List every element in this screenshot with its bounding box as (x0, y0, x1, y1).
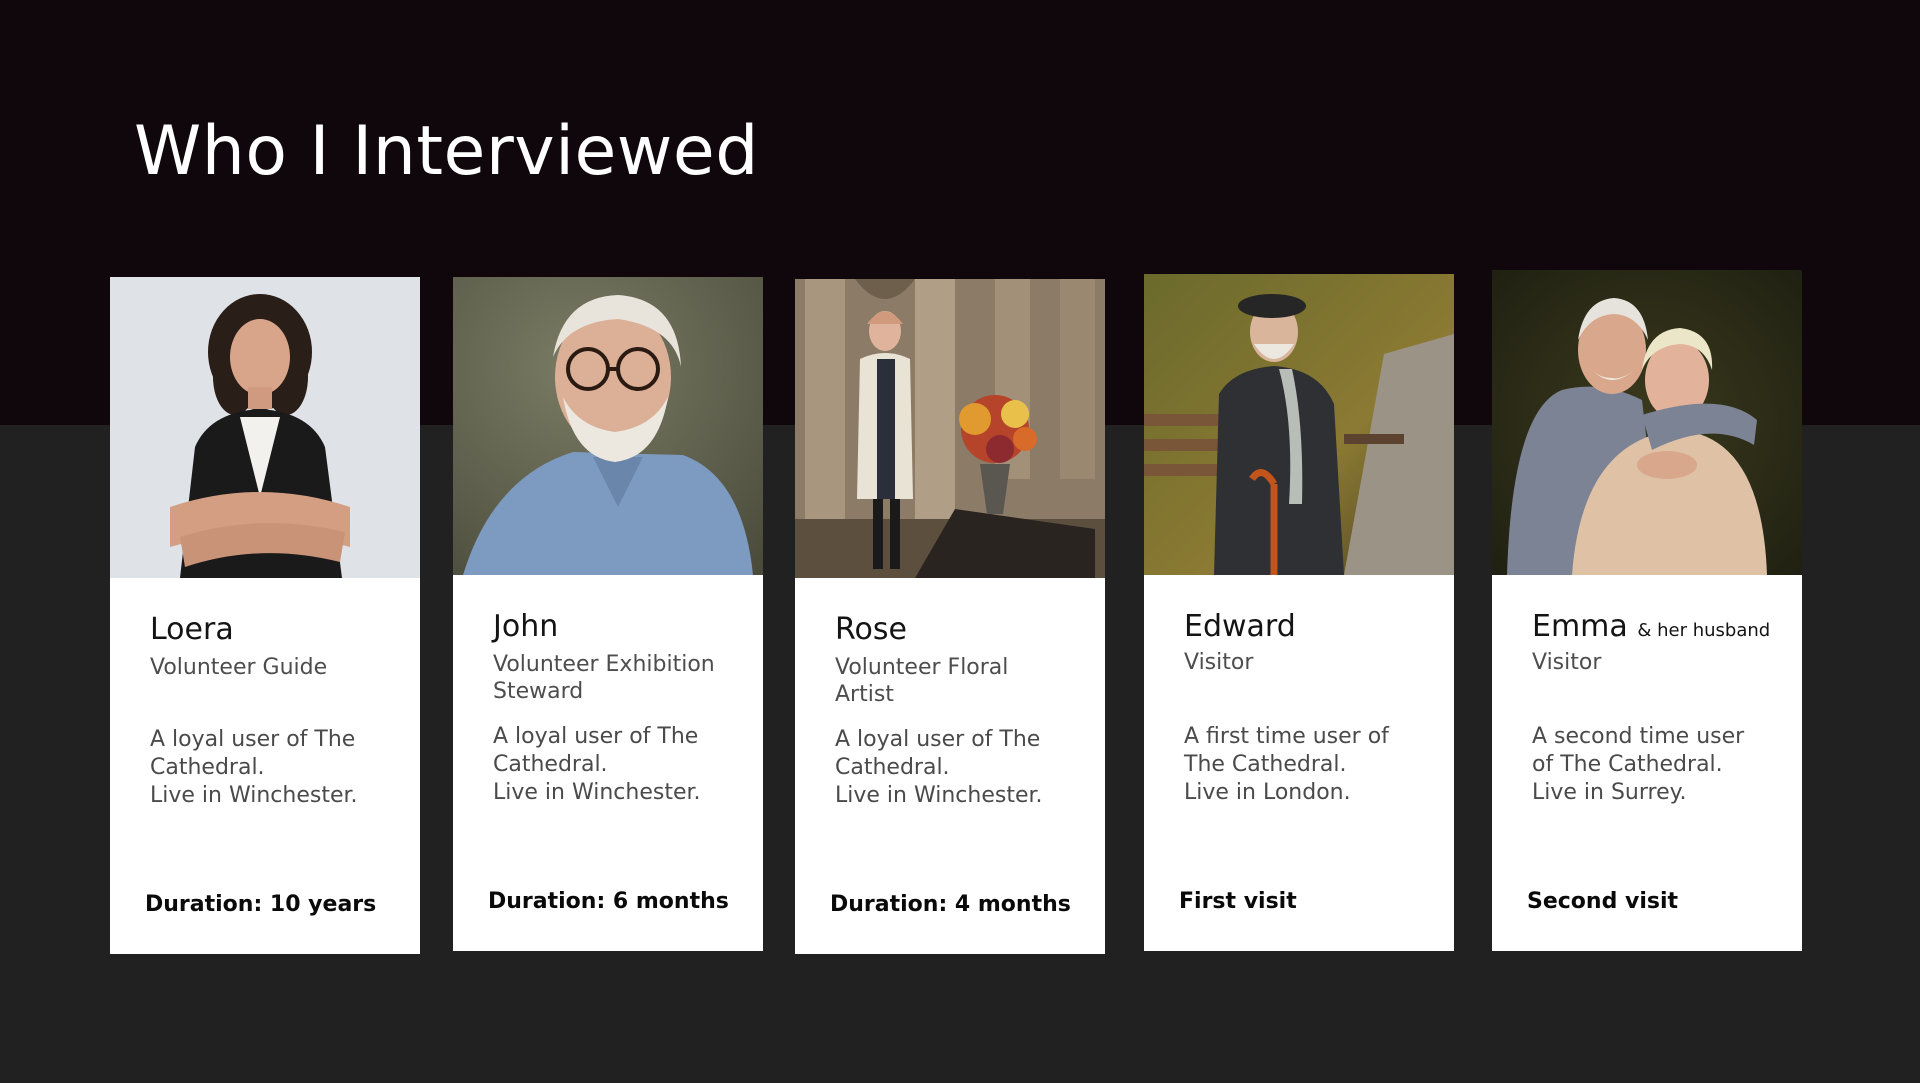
interviewee-role: Volunteer Floral Artist (835, 654, 1009, 708)
interviewee-role: Volunteer Exhibition Steward (493, 651, 715, 705)
interviewee-name-suffix: & her husband (1637, 620, 1771, 641)
interviewee-description: A loyal user of The Cathedral. Live in W… (150, 727, 358, 808)
portrait-woman-arms-crossed-icon (110, 277, 420, 578)
interviewee-name: Rose (835, 612, 907, 647)
portrait-man-park-bench-icon (1144, 274, 1454, 575)
interviewee-duration: Duration: 6 months (488, 889, 729, 914)
interviewee-role: Visitor (1184, 649, 1254, 675)
interviewee-name: Edward (1184, 609, 1296, 644)
interviewee-card-emma: Emma & her husband Visitor A second time… (1492, 270, 1802, 951)
interviewee-name: Loera (150, 612, 234, 647)
interviewee-duration: Duration: 4 months (830, 892, 1071, 917)
interviewee-duration: Duration: 10 years (145, 892, 377, 917)
interviewee-role: Volunteer Guide (150, 654, 328, 680)
interviewee-name: John (493, 609, 559, 644)
interviewee-description: A loyal user of The Cathedral. Live in W… (835, 727, 1043, 808)
page-title: Who I Interviewed (134, 112, 759, 191)
interviewee-card-john: John Volunteer Exhibition Steward A loya… (453, 277, 763, 951)
interviewee-card-loera: Loera Volunteer Guide A loyal user of Th… (110, 277, 420, 954)
portrait-elderly-couple-icon (1492, 270, 1802, 575)
interviewee-duration: Second visit (1527, 889, 1679, 914)
interviewee-description: A second time user of The Cathedral. Liv… (1532, 724, 1745, 805)
interviewee-name: Emma & her husband (1532, 609, 1771, 644)
portrait-woman-cathedral-flowers-icon (795, 279, 1105, 578)
interviewee-duration: First visit (1179, 889, 1297, 914)
interviewee-description: A first time user of The Cathedral. Live… (1184, 724, 1389, 805)
interviewee-card-edward: Edward Visitor A first time user of The … (1144, 274, 1454, 951)
portrait-older-man-glasses-icon (453, 277, 763, 575)
interviewee-role: Visitor (1532, 649, 1602, 675)
interviewee-description: A loyal user of The Cathedral. Live in W… (493, 724, 701, 805)
interviewee-card-rose: Rose Volunteer Floral Artist A loyal use… (795, 279, 1105, 954)
